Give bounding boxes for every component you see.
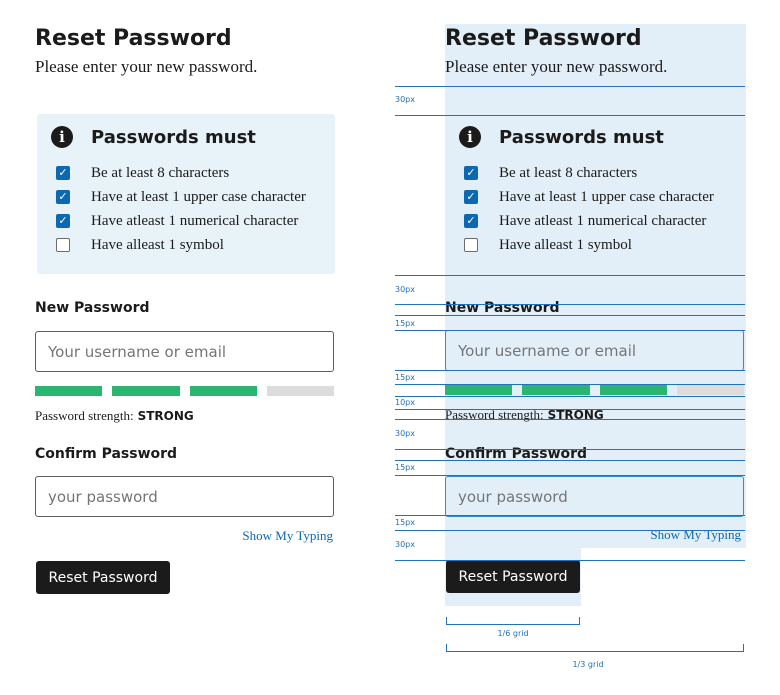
requirement-item: ✓ Have atleast 1 numerical character	[56, 209, 306, 233]
confirm-password-label: Confirm Password	[35, 446, 178, 462]
info-icon: i	[51, 126, 73, 148]
strength-value: STRONG	[137, 409, 194, 423]
strength-segment	[676, 385, 744, 395]
new-password-input[interactable]: Your username or email	[445, 330, 744, 371]
requirement-label: Have at least 1 upper case character	[499, 188, 714, 205]
requirement-label: Have alleast 1 symbol	[91, 236, 224, 253]
spacing-guide-line	[395, 115, 745, 116]
requirement-item: ✓ Be at least 8 characters	[464, 161, 714, 185]
requirements-heading: Passwords must	[91, 126, 256, 148]
spacing-guide-line	[395, 409, 745, 410]
confirm-password-input[interactable]: your password	[445, 476, 744, 517]
checkbox-checked-icon[interactable]: ✓	[56, 190, 70, 204]
checkbox-checked-icon[interactable]: ✓	[464, 166, 478, 180]
spacing-guide-line	[395, 330, 745, 331]
gap-label: 15px	[395, 373, 415, 382]
password-strength-meter	[445, 385, 744, 395]
new-password-input[interactable]: Your username or email	[35, 331, 334, 372]
spacing-guide-line	[395, 560, 745, 561]
strength-segment	[266, 386, 334, 396]
strength-segment	[599, 385, 667, 395]
grid-bracket-third	[446, 644, 744, 652]
grid-label-sixth: 1/6 grid	[497, 629, 529, 638]
spacing-guide-line	[395, 315, 745, 316]
reset-password-button[interactable]: Reset Password	[36, 561, 170, 594]
page-subtitle: Please enter your new password.	[35, 57, 258, 76]
spacing-guide-line	[395, 475, 745, 476]
spacing-guide-line	[395, 419, 745, 420]
page-title: Reset Password	[445, 26, 642, 51]
spacing-guide-line	[395, 460, 745, 461]
requirement-item: Have alleast 1 symbol	[56, 233, 306, 257]
requirements-header: i Passwords must	[459, 126, 664, 148]
spacing-guide-line	[395, 515, 745, 516]
requirements-header: i Passwords must	[51, 126, 256, 148]
info-icon: i	[459, 126, 481, 148]
checkbox-checked-icon[interactable]: ✓	[464, 214, 478, 228]
spacing-guide-line	[395, 370, 745, 371]
grid-bracket-sixth	[446, 617, 580, 625]
gap-label: 10px	[395, 398, 415, 407]
checkbox-unchecked-icon[interactable]	[56, 238, 70, 252]
spacing-guide-line	[395, 396, 745, 397]
show-my-typing-link[interactable]: Show My Typing	[242, 528, 333, 544]
page-subtitle: Please enter your new password.	[445, 57, 668, 76]
gap-label: 15px	[395, 463, 415, 472]
requirements-heading: Passwords must	[499, 126, 664, 148]
password-requirements-box: i Passwords must ✓ Be at least 8 charact…	[37, 114, 335, 274]
gap-label: 15px	[395, 518, 415, 527]
spec-overlay-background	[445, 24, 746, 548]
requirement-item: Have alleast 1 symbol	[464, 233, 714, 257]
spacing-guide-line	[395, 275, 745, 276]
gap-label: 15px	[395, 319, 415, 328]
reset-password-button[interactable]: Reset Password	[446, 560, 580, 593]
requirement-label: Have atleast 1 numerical character	[91, 212, 299, 229]
strength-segment	[189, 386, 257, 396]
requirement-item: ✓ Be at least 8 characters	[56, 161, 306, 185]
requirement-item: ✓ Have atleast 1 numerical character	[464, 209, 714, 233]
gap-label: 30px	[395, 95, 415, 104]
requirements-list: ✓ Be at least 8 characters ✓ Have at lea…	[464, 161, 714, 257]
grid-label-third: 1/3 grid	[572, 660, 604, 669]
new-password-label: New Password	[35, 300, 150, 316]
spacing-guide-line	[395, 449, 745, 450]
strength-label: Password strength:	[35, 408, 134, 423]
strength-segment	[112, 386, 180, 396]
spacing-guide-line	[395, 304, 745, 305]
password-strength-text: Password strength: STRONG	[35, 408, 194, 424]
reset-password-form-spec: Reset Password Please enter your new pas…	[445, 24, 745, 593]
checkbox-checked-icon[interactable]: ✓	[464, 190, 478, 204]
password-requirements-box: i Passwords must ✓ Be at least 8 charact…	[445, 114, 743, 274]
checkbox-checked-icon[interactable]: ✓	[56, 214, 70, 228]
page-title: Reset Password	[35, 26, 232, 51]
requirement-label: Be at least 8 characters	[499, 164, 638, 181]
requirement-item: ✓ Have at least 1 upper case character	[56, 185, 306, 209]
requirement-label: Be at least 8 characters	[91, 164, 230, 181]
reset-password-form: Reset Password Please enter your new pas…	[35, 24, 335, 594]
password-strength-meter	[35, 386, 334, 396]
gap-label: 30px	[395, 429, 415, 438]
checkbox-unchecked-icon[interactable]	[464, 238, 478, 252]
spacing-guide-line	[395, 384, 745, 385]
strength-segment	[35, 386, 103, 396]
requirement-item: ✓ Have at least 1 upper case character	[464, 185, 714, 209]
new-password-label: New Password	[445, 300, 560, 316]
requirement-label: Have at least 1 upper case character	[91, 188, 306, 205]
confirm-password-input[interactable]: your password	[35, 476, 334, 517]
strength-segment	[522, 385, 590, 395]
strength-segment	[445, 385, 513, 395]
gap-label: 30px	[395, 540, 415, 549]
spacing-guide-line	[395, 530, 745, 531]
checkbox-checked-icon[interactable]: ✓	[56, 166, 70, 180]
requirements-list: ✓ Be at least 8 characters ✓ Have at lea…	[56, 161, 306, 257]
requirement-label: Have atleast 1 numerical character	[499, 212, 707, 229]
spacing-guide-line	[395, 86, 745, 87]
gap-label: 30px	[395, 285, 415, 294]
requirement-label: Have alleast 1 symbol	[499, 236, 632, 253]
